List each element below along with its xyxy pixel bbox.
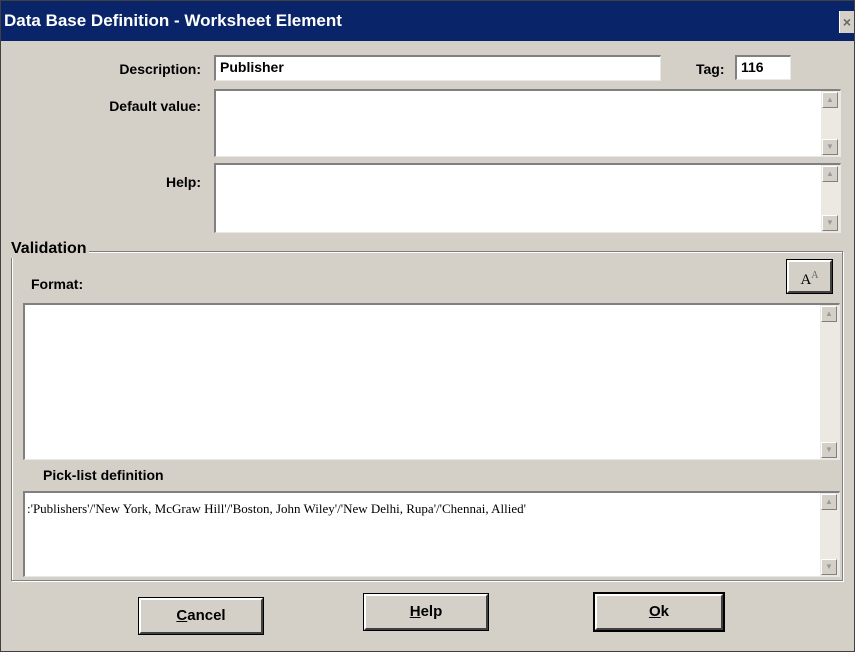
format-label: Format: <box>31 276 84 292</box>
close-icon: × <box>842 14 852 30</box>
font-icon: AA <box>800 270 819 288</box>
validation-group-title: Validation <box>9 240 89 258</box>
arrow-up-icon[interactable]: ▲ <box>821 306 837 322</box>
dialog-window: Data Base Definition - Worksheet Element… <box>0 0 855 652</box>
ok-label: k <box>660 603 669 620</box>
picklist-field[interactable]: :'Publishers'/'New York, McGraw Hill'/'B… <box>23 491 840 577</box>
default-value-scrollbar[interactable]: ▲ ▼ <box>821 91 840 156</box>
help-field[interactable]: ▲ ▼ <box>214 163 841 233</box>
arrow-up-icon[interactable]: ▲ <box>822 166 838 182</box>
arrow-up-icon[interactable]: ▲ <box>822 92 838 108</box>
cancel-mnemonic: C <box>176 607 188 624</box>
picklist-text: :'Publishers'/'New York, McGraw Hill'/'B… <box>27 501 526 516</box>
arrow-down-icon[interactable]: ▼ <box>821 559 837 575</box>
format-scrollbar[interactable]: ▲ ▼ <box>820 305 839 459</box>
help-button-label: elp <box>420 603 443 620</box>
tag-value: 116 <box>741 59 764 75</box>
window-title: Data Base Definition - Worksheet Element <box>4 11 342 30</box>
help-mnemonic: H <box>409 603 421 620</box>
tag-field[interactable]: 116 <box>735 55 791 80</box>
picklist-label: Pick-list definition <box>43 467 164 483</box>
arrow-up-icon[interactable]: ▲ <box>821 494 837 510</box>
description-value: Publisher <box>220 59 284 75</box>
help-button[interactable]: Help <box>364 594 488 630</box>
help-label: Help: <box>166 174 201 190</box>
help-scrollbar[interactable]: ▲ ▼ <box>821 165 840 232</box>
ok-mnemonic: O <box>648 603 661 620</box>
cancel-button[interactable]: Cancel <box>139 598 263 634</box>
format-field[interactable]: ▲ ▼ <box>23 303 840 460</box>
arrow-down-icon[interactable]: ▼ <box>821 442 837 458</box>
ok-button[interactable]: Ok <box>595 594 723 630</box>
default-value-label: Default value: <box>109 98 201 114</box>
default-value-field[interactable]: ▲ ▼ <box>214 89 841 157</box>
description-label: Description: <box>119 61 201 77</box>
font-button[interactable]: AA <box>787 260 832 293</box>
cancel-label: ancel <box>187 607 226 624</box>
close-button[interactable]: × <box>839 11 854 33</box>
title-bar[interactable]: Data Base Definition - Worksheet Element… <box>1 1 854 41</box>
arrow-down-icon[interactable]: ▼ <box>822 139 838 155</box>
arrow-down-icon[interactable]: ▼ <box>822 215 838 231</box>
tag-label: Tag: <box>696 61 725 77</box>
description-field[interactable]: Publisher <box>214 55 661 81</box>
picklist-scrollbar[interactable]: ▲ ▼ <box>820 493 839 576</box>
